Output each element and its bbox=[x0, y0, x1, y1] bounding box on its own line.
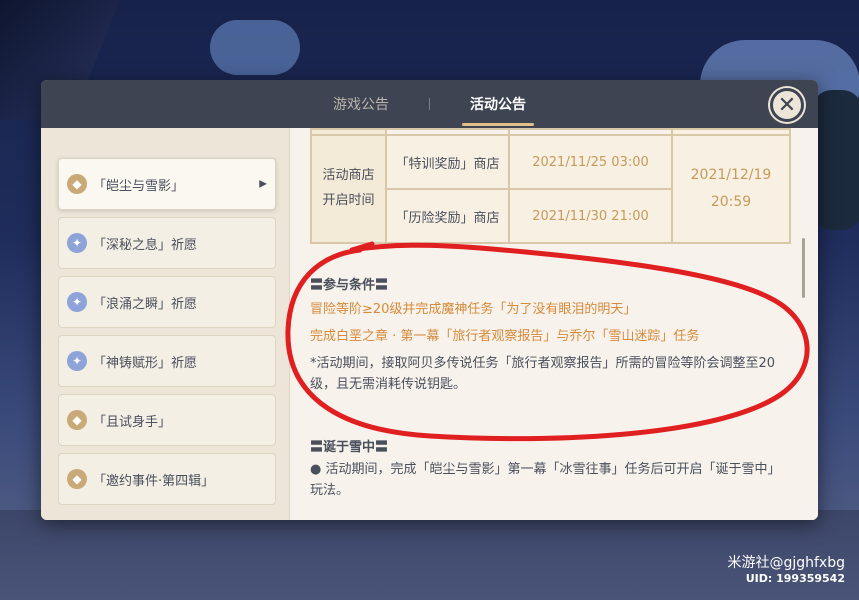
sidebar: ◆ 「皑尘与雪影」 ▶ ✦ 「深秘之息」祈愿 ✦ 「浪涌之瞬」祈愿 ✦ 「神铸赋… bbox=[41, 128, 289, 520]
sidebar-item-label: 「皑尘与雪影」 bbox=[93, 178, 185, 194]
section-title-born-in-snow: 〓诞于雪中〓 bbox=[310, 440, 389, 455]
sidebar-item-label: 「浪涌之瞬」祈愿 bbox=[93, 296, 198, 312]
requirement-text: 完成白垩之章 · 第一幕「旅行者观察报告」与乔尔「雪山迷踪」任务 bbox=[310, 329, 700, 344]
sidebar-item-wish-2[interactable]: ✦ 「浪涌之瞬」祈愿 bbox=[58, 276, 276, 328]
close-button[interactable]: ✕ bbox=[770, 88, 804, 122]
watermark: 米游社@gjghfxbg UID: 199359542 bbox=[727, 554, 845, 586]
background-tree bbox=[812, 90, 859, 230]
shop-name: 「特训奖励」商店 bbox=[385, 134, 510, 190]
tab-event-announcements[interactable]: 活动公告 bbox=[430, 80, 566, 128]
shop-open-time: 2021/11/25 03:00 bbox=[508, 134, 673, 190]
label-line: 活动商店 bbox=[322, 168, 375, 184]
star-icon: ✦ bbox=[67, 351, 87, 371]
note-text: *活动期间，接取阿贝多传说任务「旅行者观察报告」所需的冒险等阶会调整至20级，且… bbox=[310, 356, 776, 392]
diamond-icon: ◆ bbox=[67, 410, 87, 430]
watermark-uid: UID: 199359542 bbox=[745, 571, 845, 585]
sidebar-item-label: 「邀约事件·第四辑」 bbox=[93, 473, 215, 489]
sidebar-item-label: 「神铸赋形」祈愿 bbox=[93, 355, 198, 371]
end-time: 20:59 bbox=[710, 194, 752, 210]
label-line: 开启时间 bbox=[322, 193, 375, 208]
shop-schedule-table: 活动商店 开启时间 「特训奖励」商店 2021/11/25 03:00 2021… bbox=[310, 128, 791, 244]
sidebar-item-label: 「深秘之息」祈愿 bbox=[93, 237, 198, 253]
diamond-icon: ◆ bbox=[67, 469, 87, 489]
section-title-participation: 〓参与条件〓 bbox=[310, 278, 389, 293]
sidebar-item-hangout[interactable]: ◆ 「邀约事件·第四辑」 bbox=[58, 453, 276, 505]
end-date: 2021/12/19 bbox=[690, 167, 772, 184]
sidebar-item-label: 「且试身手」 bbox=[93, 414, 172, 430]
panel-header: 游戏公告 活动公告 ✕ bbox=[41, 80, 818, 128]
scrollbar[interactable] bbox=[802, 238, 805, 298]
shop-end-time: 2021/12/19 20:59 bbox=[671, 134, 791, 244]
chevron-right-icon: ▶ bbox=[259, 178, 267, 190]
description-text: ● 活动期间，完成「皑尘与雪影」第一幕「冰雪往事」任务后可开启「诞于雪中」玩法。 bbox=[310, 462, 781, 498]
shop-open-time-label: 活动商店 开启时间 bbox=[310, 134, 387, 244]
announcement-content[interactable]: 活动商店 开启时间 「特训奖励」商店 2021/11/25 03:00 2021… bbox=[289, 128, 818, 520]
close-icon: ✕ bbox=[777, 92, 797, 118]
shop-open-time: 2021/11/30 21:00 bbox=[508, 188, 673, 244]
tab-game-announcements[interactable]: 游戏公告 bbox=[293, 80, 429, 128]
sidebar-item-snow[interactable]: ◆ 「皑尘与雪影」 ▶ bbox=[58, 158, 276, 210]
background-cloud bbox=[210, 20, 300, 75]
star-icon: ✦ bbox=[67, 233, 87, 253]
diamond-icon: ◆ bbox=[67, 174, 87, 194]
sidebar-item-wish-3[interactable]: ✦ 「神铸赋形」祈愿 bbox=[58, 335, 276, 387]
star-icon: ✦ bbox=[67, 292, 87, 312]
sidebar-item-wish-1[interactable]: ✦ 「深秘之息」祈愿 bbox=[58, 217, 276, 269]
watermark-handle: 米游社@gjghfxbg bbox=[727, 554, 845, 571]
shop-name: 「历险奖励」商店 bbox=[385, 188, 510, 244]
announcement-panel: 游戏公告 活动公告 ✕ ◆ 「皑尘与雪影」 ▶ ✦ 「深秘之息」祈愿 ✦ 「浪涌… bbox=[41, 80, 818, 520]
sidebar-item-test-run[interactable]: ◆ 「且试身手」 bbox=[58, 394, 276, 446]
requirement-text: 冒险等阶≥20级并完成魔神任务「为了没有眼泪的明天」 bbox=[310, 302, 637, 317]
